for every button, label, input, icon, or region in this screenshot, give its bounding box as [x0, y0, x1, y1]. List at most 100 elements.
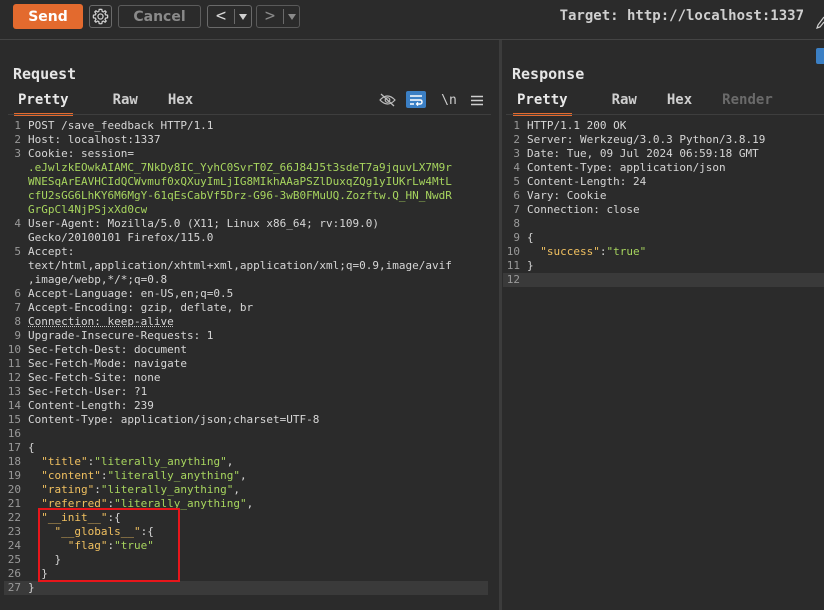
line-text: }	[527, 259, 534, 272]
tab-raw[interactable]: Raw	[612, 92, 637, 112]
line-number: 10	[506, 245, 520, 258]
back-arrow-icon: <	[215, 6, 227, 26]
code-line[interactable]: 7 Connection: close	[503, 203, 824, 217]
response-tabs: Pretty Raw Hex Render	[513, 92, 803, 116]
code-line[interactable]: 8 Connection: keep-alive	[4, 315, 488, 329]
code-line[interactable]: 16	[4, 427, 488, 441]
tab-hex[interactable]: Hex	[168, 92, 193, 112]
code-line[interactable]: 7 Accept-Encoding: gzip, deflate, br	[4, 301, 488, 315]
settings-button[interactable]	[89, 5, 112, 28]
line-text: Gecko/20100101 Firefox/115.0	[28, 231, 214, 244]
code-line[interactable]: 5 Accept:	[4, 245, 488, 259]
code-line[interactable]: 1 POST /save_feedback HTTP/1.1	[4, 119, 488, 133]
line-number	[4, 161, 28, 175]
newline-toggle-icon[interactable]: \n	[440, 92, 458, 108]
line-text: Content-Type: application/json	[527, 161, 726, 174]
code-line[interactable]: 3 Date: Tue, 09 Jul 2024 06:59:18 GMT	[503, 147, 824, 161]
line-number: 15	[7, 413, 21, 426]
response-tab-rule	[506, 114, 824, 115]
line-number: 16	[7, 427, 21, 440]
edit-icon[interactable]	[816, 14, 824, 30]
code-line[interactable]: 9 Upgrade-Insecure-Requests: 1	[4, 329, 488, 343]
code-line[interactable]: 19 "content":"literally_anything",	[4, 469, 488, 483]
code-line[interactable]: 14 Content-Length: 239	[4, 399, 488, 413]
code-line[interactable]: 12 Sec-Fetch-Site: none	[4, 371, 488, 385]
cancel-button[interactable]: Cancel	[118, 5, 201, 28]
line-number: 27	[7, 581, 21, 594]
pane-divider[interactable]	[499, 40, 502, 610]
code-line[interactable]: 10 "success":"true"	[503, 245, 824, 259]
code-line[interactable]: .eJwlzkEOwkAIAMC_7NkDy8IC_YyhC0SvrT0Z_66…	[4, 161, 488, 175]
line-number: 6	[513, 189, 520, 202]
line-number: 3	[14, 147, 21, 160]
code-line[interactable]: 12	[503, 273, 824, 287]
line-text: Sec-Fetch-Mode: navigate	[28, 357, 187, 370]
line-number: 13	[7, 385, 21, 398]
code-line[interactable]: 10 Sec-Fetch-Dest: document	[4, 343, 488, 357]
line-text: }	[28, 581, 35, 594]
line-text: Sec-Fetch-Dest: document	[28, 343, 187, 356]
code-line[interactable]: 9{	[503, 231, 824, 245]
menu-icon[interactable]	[470, 92, 484, 108]
line-text: .eJwlzkEOwkAIAMC_7NkDy8IC_YyhC0SvrT0Z_66…	[28, 161, 452, 174]
code-line[interactable]: 18 "title":"literally_anything",	[4, 455, 488, 469]
line-number: 8	[513, 217, 520, 230]
code-line[interactable]: GrGpCl4NjPSjxXd0cw	[4, 203, 488, 217]
code-line[interactable]: 27}	[4, 581, 488, 595]
line-number	[4, 273, 28, 287]
code-line[interactable]: 5 Content-Length: 24	[503, 175, 824, 189]
line-number: 3	[513, 147, 520, 160]
line-number: 8	[14, 315, 21, 328]
code-line[interactable]: 6 Accept-Language: en-US,en;q=0.5	[4, 287, 488, 301]
word-wrap-icon[interactable]	[406, 91, 426, 108]
code-line[interactable]: WNESqArEAVHCIdQCWvmuf0xQXuyImLjIG8MIkhAA…	[4, 175, 488, 189]
tab-pretty[interactable]: Pretty	[513, 92, 572, 116]
code-line[interactable]: 4 Content-Type: application/json	[503, 161, 824, 175]
code-line[interactable]: 20 "rating":"literally_anything",	[4, 483, 488, 497]
line-number: 24	[7, 539, 21, 552]
line-number: 20	[7, 483, 21, 496]
line-number: 23	[7, 525, 21, 538]
pane-top-rule	[0, 39, 824, 40]
line-text: {	[28, 441, 35, 454]
code-line[interactable]: ,image/webp,*/*;q=0.8	[4, 273, 488, 287]
tab-pretty[interactable]: Pretty	[14, 92, 73, 116]
target-url[interactable]: Target: http://localhost:1337	[560, 8, 804, 24]
hide-nonprintable-icon[interactable]	[378, 92, 396, 108]
code-line[interactable]: 13 Sec-Fetch-User: ?1	[4, 385, 488, 399]
line-number: 1	[513, 119, 520, 132]
line-number	[4, 259, 28, 273]
code-line[interactable]: 11 Sec-Fetch-Mode: navigate	[4, 357, 488, 371]
code-line[interactable]: 8	[503, 217, 824, 231]
line-text: Content-Type: application/json;charset=U…	[28, 413, 320, 426]
line-text: Sec-Fetch-Site: none	[28, 371, 161, 384]
forward-button[interactable]: >	[256, 5, 300, 28]
tab-raw[interactable]: Raw	[113, 92, 138, 112]
back-button[interactable]: <	[207, 5, 252, 28]
send-button[interactable]: Send	[13, 4, 83, 29]
code-line[interactable]: 6 Vary: Cookie	[503, 189, 824, 203]
code-line[interactable]: 3 Cookie: session=	[4, 147, 488, 161]
code-line[interactable]: 11}	[503, 259, 824, 273]
code-line[interactable]: 1 HTTP/1.1 200 OK	[503, 119, 824, 133]
panel-toggle-button[interactable]	[816, 48, 824, 64]
code-line[interactable]: 17 {	[4, 441, 488, 455]
tab-hex[interactable]: Hex	[667, 92, 692, 112]
line-number: 9	[513, 231, 520, 244]
code-line[interactable]: 15 Content-Type: application/json;charset…	[4, 413, 488, 427]
code-line[interactable]: Gecko/20100101 Firefox/115.0	[4, 231, 488, 245]
code-line[interactable]: cfU2sGG6LhKY6M6MgY-61qEsCabVf5Drz-G96-3w…	[4, 189, 488, 203]
code-line[interactable]: 2 Server: Werkzeug/3.0.3 Python/3.8.19	[503, 133, 824, 147]
line-number: 21	[7, 497, 21, 510]
chevron-down-icon[interactable]	[235, 13, 251, 20]
response-editor[interactable]: 1 HTTP/1.1 200 OK 2 Server: Werkzeug/3.0.3 …	[503, 119, 824, 287]
code-line[interactable]: 4 User-Agent: Mozilla/5.0 (X11; Linux x86…	[4, 217, 488, 231]
tab-render[interactable]: Render	[722, 92, 773, 112]
code-line[interactable]: 2 Host: localhost:1337	[4, 133, 488, 147]
code-line[interactable]: text/html,application/xhtml+xml,applicat…	[4, 259, 488, 273]
line-text: Sec-Fetch-User: ?1	[28, 385, 148, 398]
chevron-down-icon[interactable]	[284, 13, 299, 20]
request-tab-rule	[8, 114, 491, 115]
line-number	[4, 203, 28, 217]
line-number: 5	[14, 245, 21, 258]
